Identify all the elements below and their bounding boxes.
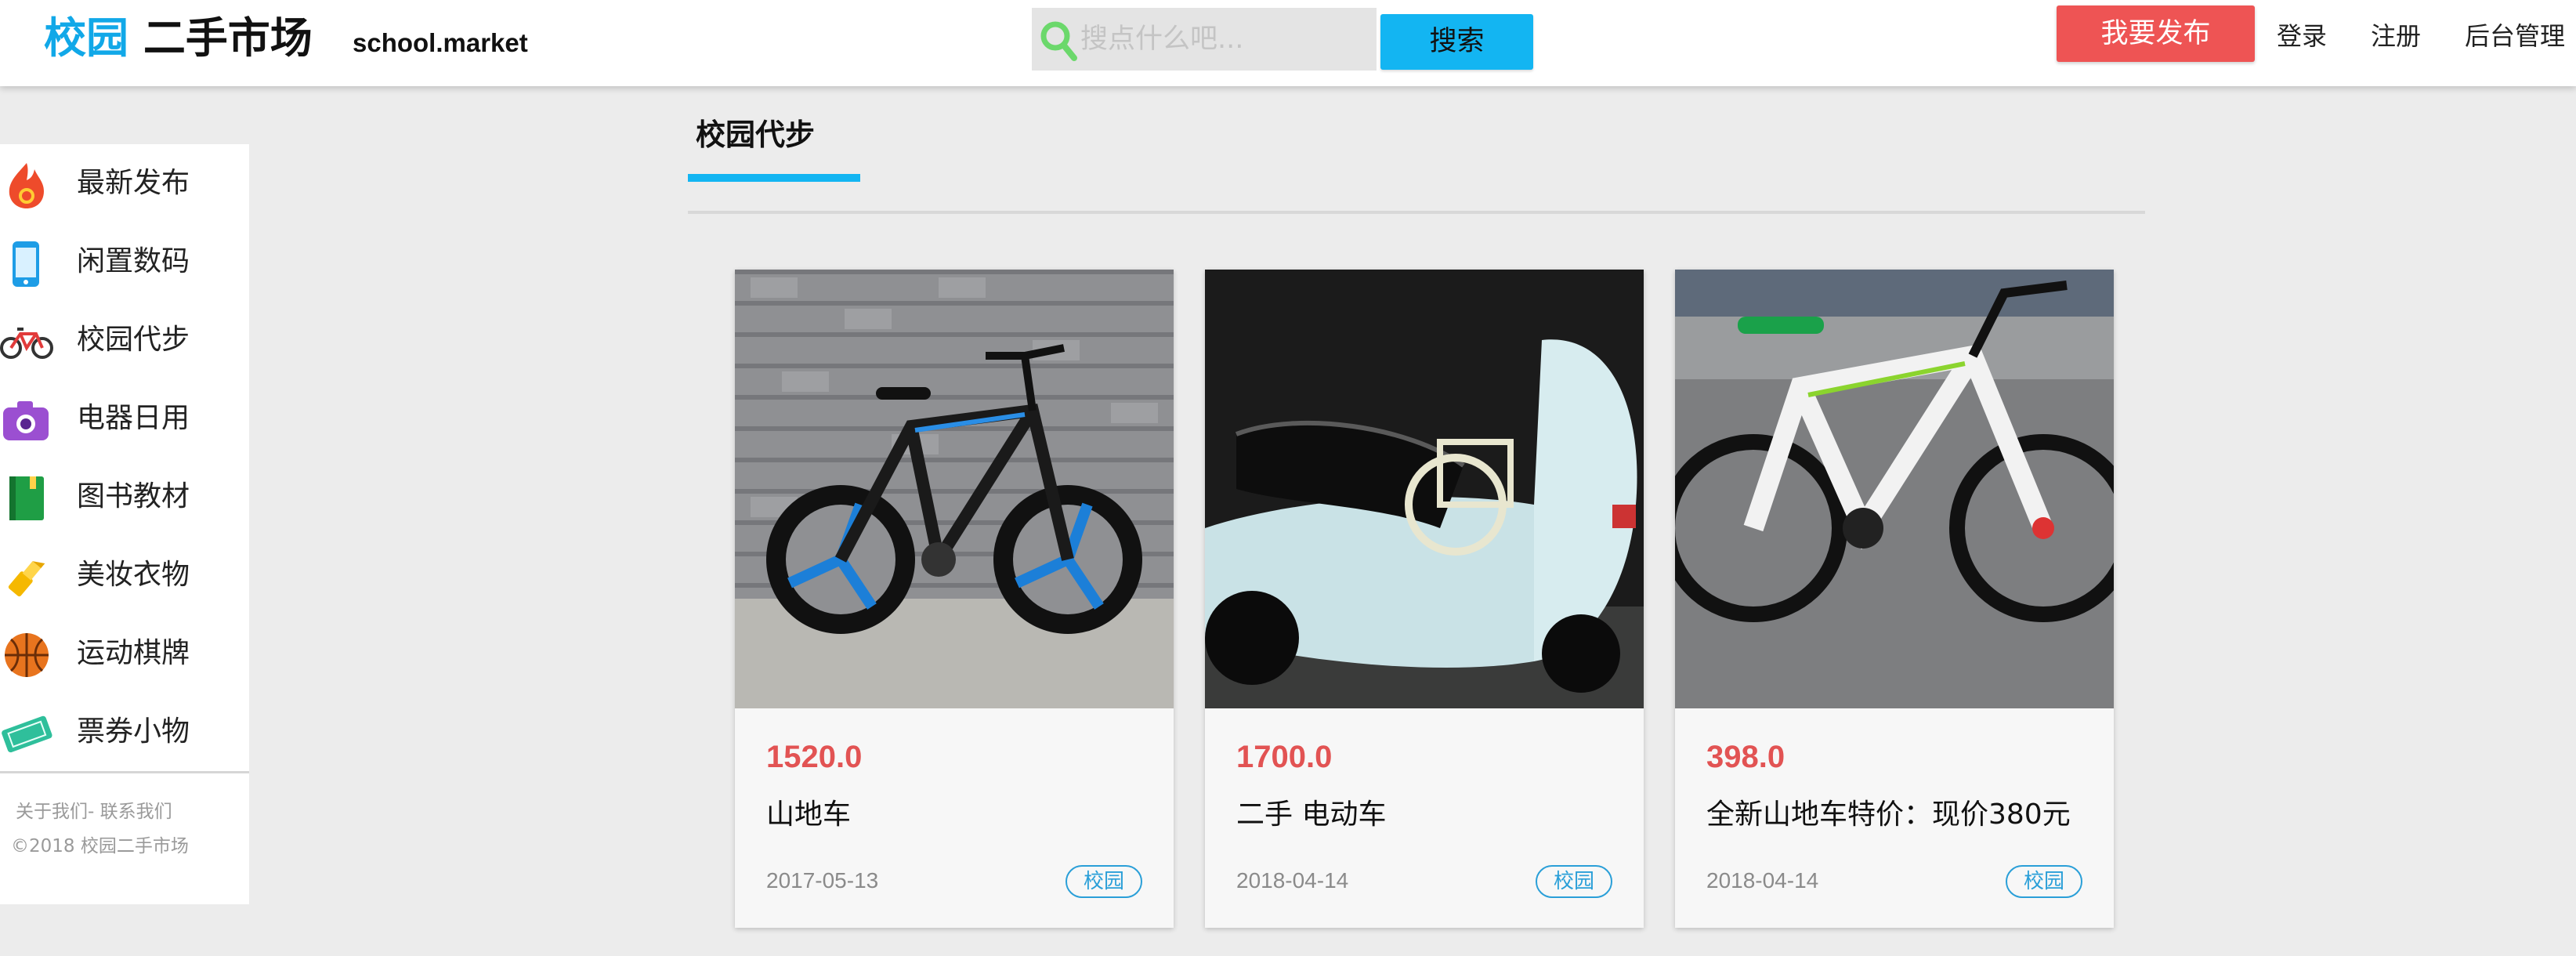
- sidebar-item-appliances[interactable]: 电器日用: [0, 379, 249, 458]
- sidebar-item-digital[interactable]: 闲置数码: [0, 223, 249, 301]
- product-card[interactable]: 1520.0 山地车 2017-05-13 校园: [735, 270, 1174, 928]
- campus-tag: 校园: [2006, 865, 2082, 898]
- item-title[interactable]: 山地车: [766, 793, 1150, 837]
- book-icon: [9, 476, 44, 520]
- sidebar-item-label: 运动棋牌: [77, 637, 190, 669]
- flame-icon: [9, 163, 44, 208]
- category-sidebar: 最新发布 闲置数码 校园代步 电器日用 图书教材 美妆衣物 运动棋牌 票券小物 …: [0, 144, 249, 904]
- section-divider: [688, 211, 2145, 214]
- logo-text: 二手市场: [143, 13, 313, 63]
- sidebar-item-tickets[interactable]: 票券小物: [0, 693, 249, 771]
- sidebar-item-label: 电器日用: [77, 402, 190, 434]
- search-box: [1032, 8, 1377, 71]
- sidebar-item-label: 美妆衣物: [77, 559, 190, 591]
- sidebar-item-label: 最新发布: [77, 167, 190, 199]
- section-title: 校园代步: [696, 118, 816, 152]
- lipstick-icon: [8, 561, 45, 597]
- bicycle-icon: [0, 328, 53, 359]
- sidebar-item-label: 校园代步: [77, 324, 190, 356]
- mountain-bike-photo[interactable]: [735, 270, 1174, 708]
- sidebar-divider: [0, 771, 249, 773]
- register-link[interactable]: 注册: [2371, 17, 2421, 55]
- sidebar-item-transport[interactable]: 校园代步: [0, 301, 249, 379]
- top-header: 校园 二手市场 school.market 搜索 我要发布 登录 注册 后台管理: [0, 0, 2576, 86]
- item-title[interactable]: 二手 电动车: [1236, 793, 1620, 837]
- publish-button[interactable]: 我要发布: [2057, 5, 2255, 62]
- sidebar-item-label: 图书教材: [77, 480, 190, 512]
- item-date: 2018-04-14: [1706, 868, 1819, 893]
- item-date: 2017-05-13: [766, 868, 879, 893]
- site-logo[interactable]: 校园 二手市场: [44, 13, 313, 64]
- camera-icon: [3, 401, 49, 440]
- ticket-icon: [2, 715, 52, 753]
- sidebar-item-sports[interactable]: 运动棋牌: [0, 614, 249, 693]
- admin-link[interactable]: 后台管理: [2465, 17, 2565, 55]
- footer-links[interactable]: 关于我们- 联系我们: [16, 799, 172, 824]
- campus-tag: 校园: [1065, 865, 1142, 898]
- campus-tag: 校园: [1536, 865, 1612, 898]
- sidebar-item-label: 票券小物: [77, 715, 190, 748]
- product-card[interactable]: 1700.0 二手 电动车 2018-04-14 校园: [1205, 270, 1644, 928]
- logo-brand: 校园: [44, 13, 128, 63]
- sidebar-item-books[interactable]: 图书教材: [0, 458, 249, 536]
- site-domain: school.market: [353, 28, 528, 57]
- sidebar-item-cosmetics[interactable]: 美妆衣物: [0, 536, 249, 614]
- item-price: 398.0: [1706, 740, 1785, 774]
- footer-copyright: ©2018 校园二手市场: [11, 836, 189, 856]
- item-price: 1520.0: [766, 740, 863, 774]
- phone-icon: [13, 241, 39, 287]
- sidebar-item-label: 闲置数码: [77, 245, 190, 277]
- product-card[interactable]: 398.0 全新山地车特价：现价380元 2018-04-14 校园: [1675, 270, 2114, 928]
- item-price: 1700.0: [1236, 740, 1333, 774]
- section-title-underline: [688, 174, 860, 182]
- item-date: 2018-04-14: [1236, 868, 1349, 893]
- electric-scooter-photo[interactable]: [1205, 270, 1644, 708]
- item-title[interactable]: 全新山地车特价：现价380元: [1706, 793, 2090, 837]
- search-input[interactable]: [1080, 8, 1370, 71]
- white-mountain-bike-photo[interactable]: [1675, 270, 2114, 708]
- basketball-icon: [5, 633, 49, 677]
- search-button[interactable]: 搜索: [1380, 14, 1533, 70]
- search-icon: [1040, 21, 1077, 61]
- login-link[interactable]: 登录: [2277, 17, 2327, 55]
- sidebar-item-latest[interactable]: 最新发布: [0, 144, 249, 223]
